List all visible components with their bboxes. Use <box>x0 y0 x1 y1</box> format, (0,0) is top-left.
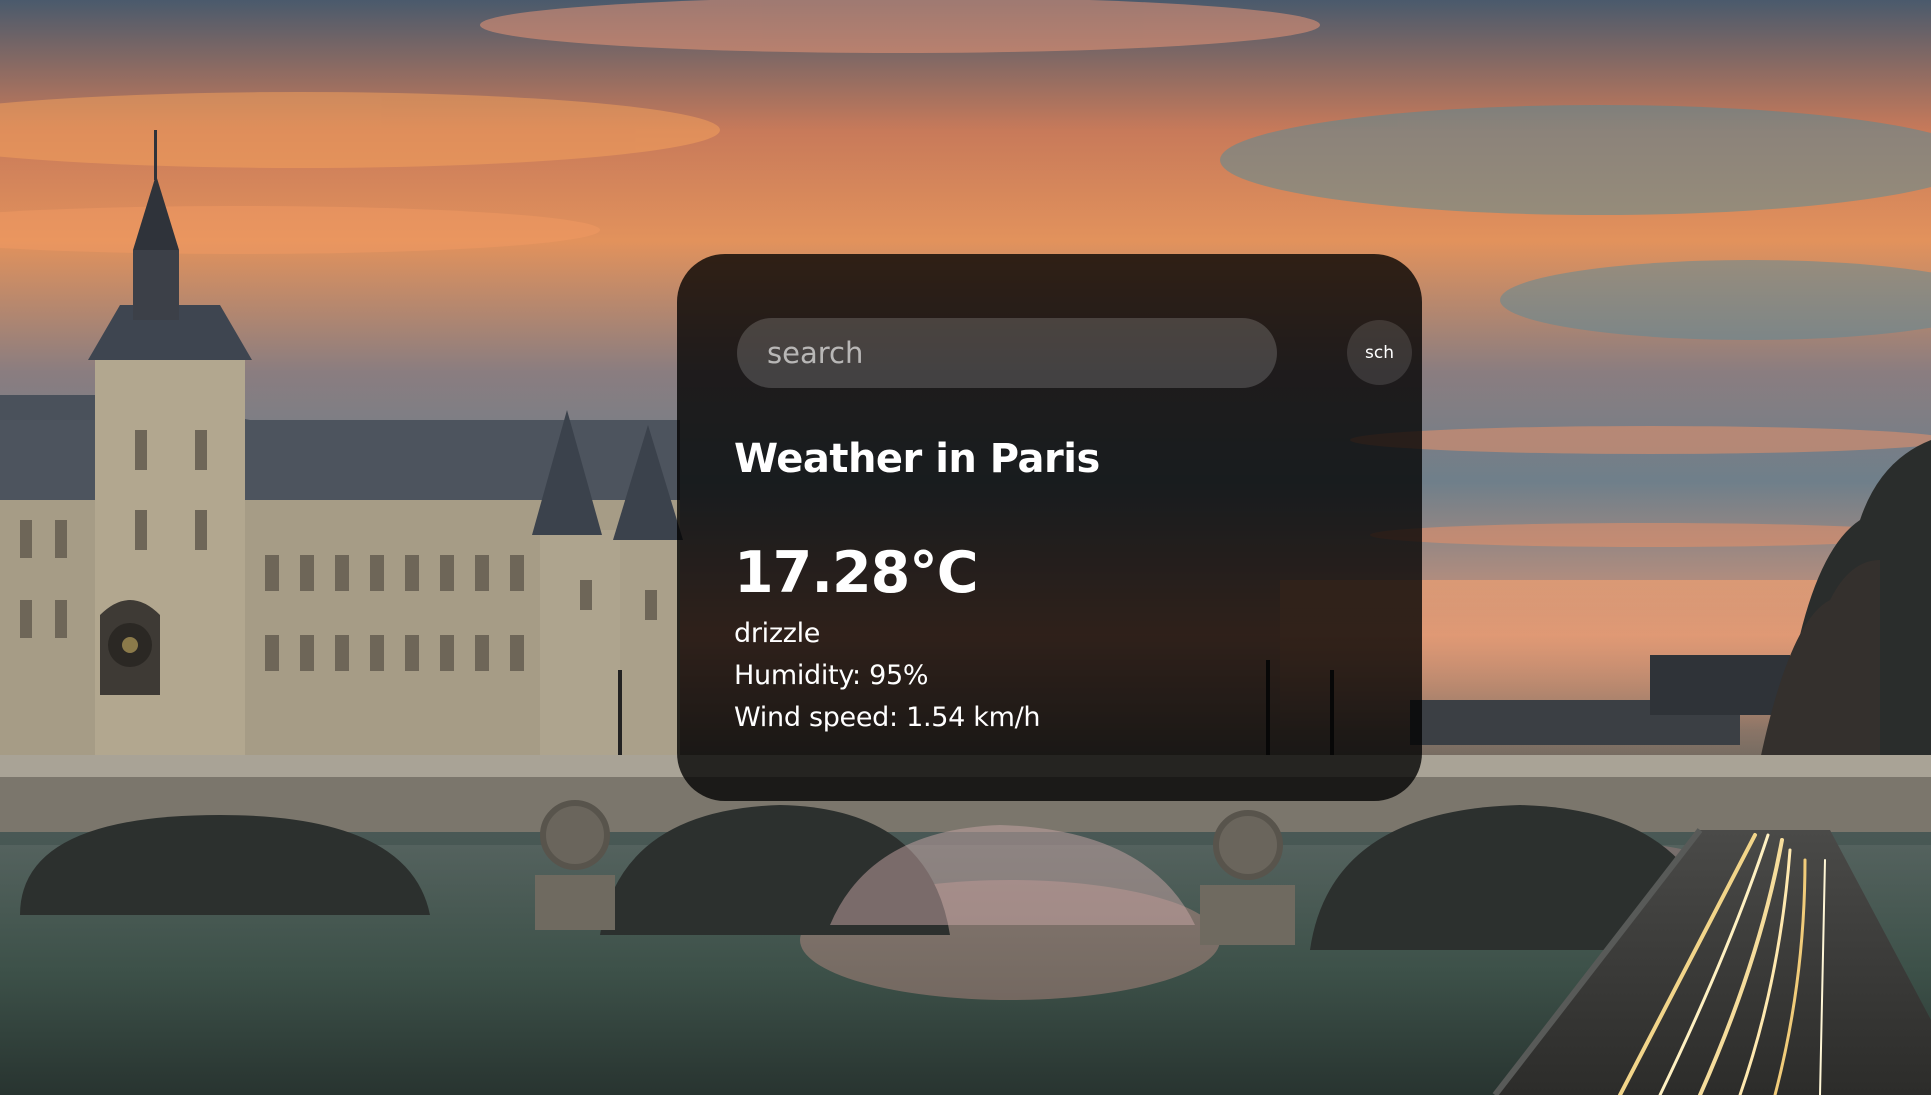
city-title: Weather in Paris <box>734 436 1100 482</box>
weather-card: sch Weather in Paris 17.28°C drizzle Hum… <box>677 254 1422 801</box>
search-input[interactable] <box>737 318 1277 388</box>
wind-speed-value: Wind speed: 1.54 km/h <box>734 702 1041 733</box>
search-button[interactable]: sch <box>1347 320 1412 385</box>
temperature-value: 17.28°C <box>734 540 979 606</box>
weather-description: drizzle <box>734 618 821 649</box>
search-bar: sch <box>737 318 1412 388</box>
humidity-value: Humidity: 95% <box>734 660 929 691</box>
